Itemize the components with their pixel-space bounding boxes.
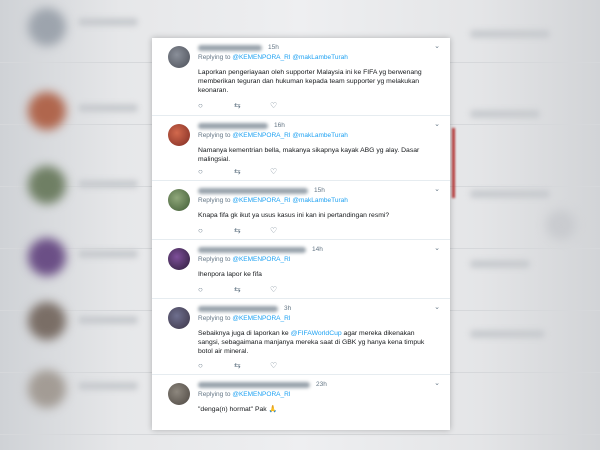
mention-link[interactable]: @KEMENPORA_RI @makLambeTurah <box>232 54 348 61</box>
retweet-icon[interactable]: ⇆ <box>234 101 270 110</box>
tweet-header: 16h <box>198 120 438 131</box>
chevron-down-icon[interactable]: ⌄ <box>434 244 440 252</box>
replying-to: Replying to @KEMENPORA_RI @makLambeTurah <box>198 54 348 61</box>
timestamp[interactable]: 23h <box>316 381 327 388</box>
chevron-down-icon[interactable]: ⌄ <box>434 379 440 387</box>
timestamp[interactable]: 16h <box>274 122 285 129</box>
retweet-icon[interactable]: ⇆ <box>234 226 270 235</box>
tweet-text: Namanya kementrian bella, makanya sikapn… <box>198 147 420 163</box>
replying-to: Replying to @KEMENPORA_RI @makLambeTurah <box>198 132 348 139</box>
tweet-header: 14h <box>198 244 438 255</box>
reply-icon[interactable]: ○ <box>198 361 234 370</box>
tweet-text: Ihenpora lapor ke fifa <box>198 271 262 278</box>
accent-strip <box>452 128 455 198</box>
tweet-text: Laporkan pengeriayaan oleh supporter Mal… <box>198 69 422 94</box>
avatar[interactable] <box>168 248 190 270</box>
heart-icon[interactable]: ♡ <box>270 101 306 110</box>
reply-tweet[interactable]: 3h ⌄ Replying to @KEMENPORA_RI Sebaiknya… <box>152 299 450 375</box>
avatar[interactable] <box>168 46 190 68</box>
blurred-username <box>198 246 306 253</box>
reply-icon[interactable]: ○ <box>198 285 234 294</box>
tweet-actions: ○ ⇆ ♡ <box>198 285 306 294</box>
tweet-text: "denga(n) hormat" Pak 🙏 <box>198 406 278 413</box>
tweet-header: 23h <box>198 379 438 390</box>
reply-tweet[interactable]: 14h ⌄ Replying to @KEMENPORA_RI Ihenpora… <box>152 240 450 299</box>
reply-tweet[interactable]: 23h ⌄ Replying to @KEMENPORA_RI "denga(n… <box>152 375 450 430</box>
tweet-text: Knapa fifa gk ikut ya usus kasus ini kan… <box>198 212 390 219</box>
tweet-header: 15h <box>198 42 438 53</box>
chevron-down-icon[interactable]: ⌄ <box>434 120 440 128</box>
tweet-header: 3h <box>198 303 438 314</box>
avatar[interactable] <box>168 124 190 146</box>
avatar[interactable] <box>168 383 190 405</box>
blurred-username <box>198 122 268 129</box>
tweet-header: 15h <box>198 185 438 196</box>
mention-link[interactable]: @KEMENPORA_RI <box>232 256 290 263</box>
timestamp[interactable]: 15h <box>314 187 325 194</box>
avatar[interactable] <box>168 307 190 329</box>
mention-link[interactable]: @FIFAWorldCup <box>291 330 342 337</box>
retweet-icon[interactable]: ⇆ <box>234 361 270 370</box>
mention-link[interactable]: @KEMENPORA_RI <box>232 391 290 398</box>
blurred-username <box>198 305 278 312</box>
tweet-actions: ○ ⇆ ♡ <box>198 361 306 370</box>
tweet-text: Sebaiknya juga di laporkan ke @FIFAWorld… <box>198 330 425 355</box>
chevron-down-icon[interactable]: ⌄ <box>434 185 440 193</box>
replying-to: Replying to @KEMENPORA_RI <box>198 315 291 322</box>
heart-icon[interactable]: ♡ <box>270 285 306 294</box>
blurred-username <box>198 187 308 194</box>
reply-tweet[interactable]: 15h ⌄ Replying to @KEMENPORA_RI @makLamb… <box>152 38 450 116</box>
tweet-actions: ○ ⇆ ♡ <box>198 167 306 176</box>
reply-icon[interactable]: ○ <box>198 226 234 235</box>
timestamp[interactable]: 3h <box>284 305 291 312</box>
reply-icon[interactable]: ○ <box>198 167 234 176</box>
reply-tweet[interactable]: 15h ⌄ Replying to @KEMENPORA_RI @makLamb… <box>152 181 450 240</box>
reply-icon[interactable]: ○ <box>198 101 234 110</box>
chevron-down-icon[interactable]: ⌄ <box>434 42 440 50</box>
heart-icon[interactable]: ♡ <box>270 226 306 235</box>
replying-to: Replying to @KEMENPORA_RI <box>198 391 291 398</box>
mention-link[interactable]: @KEMENPORA_RI @makLambeTurah <box>232 132 348 139</box>
blurred-username <box>198 381 310 388</box>
blurred-username <box>198 44 262 51</box>
replying-to: Replying to @KEMENPORA_RI <box>198 256 291 263</box>
mention-link[interactable]: @KEMENPORA_RI @makLambeTurah <box>232 197 348 204</box>
replies-card: 15h ⌄ Replying to @KEMENPORA_RI @makLamb… <box>152 38 450 430</box>
chevron-down-icon[interactable]: ⌄ <box>434 303 440 311</box>
timestamp[interactable]: 14h <box>312 246 323 253</box>
avatar[interactable] <box>168 189 190 211</box>
tweet-actions: ○ ⇆ ♡ <box>198 226 306 235</box>
heart-icon[interactable]: ♡ <box>270 361 306 370</box>
replying-to: Replying to @KEMENPORA_RI @makLambeTurah <box>198 197 348 204</box>
heart-icon[interactable]: ♡ <box>270 167 306 176</box>
mention-link[interactable]: @KEMENPORA_RI <box>232 315 290 322</box>
retweet-icon[interactable]: ⇆ <box>234 285 270 294</box>
tweet-actions: ○ ⇆ ♡ <box>198 101 306 110</box>
timestamp[interactable]: 15h <box>268 44 279 51</box>
reply-tweet[interactable]: 16h ⌄ Replying to @KEMENPORA_RI @makLamb… <box>152 116 450 181</box>
retweet-icon[interactable]: ⇆ <box>234 167 270 176</box>
